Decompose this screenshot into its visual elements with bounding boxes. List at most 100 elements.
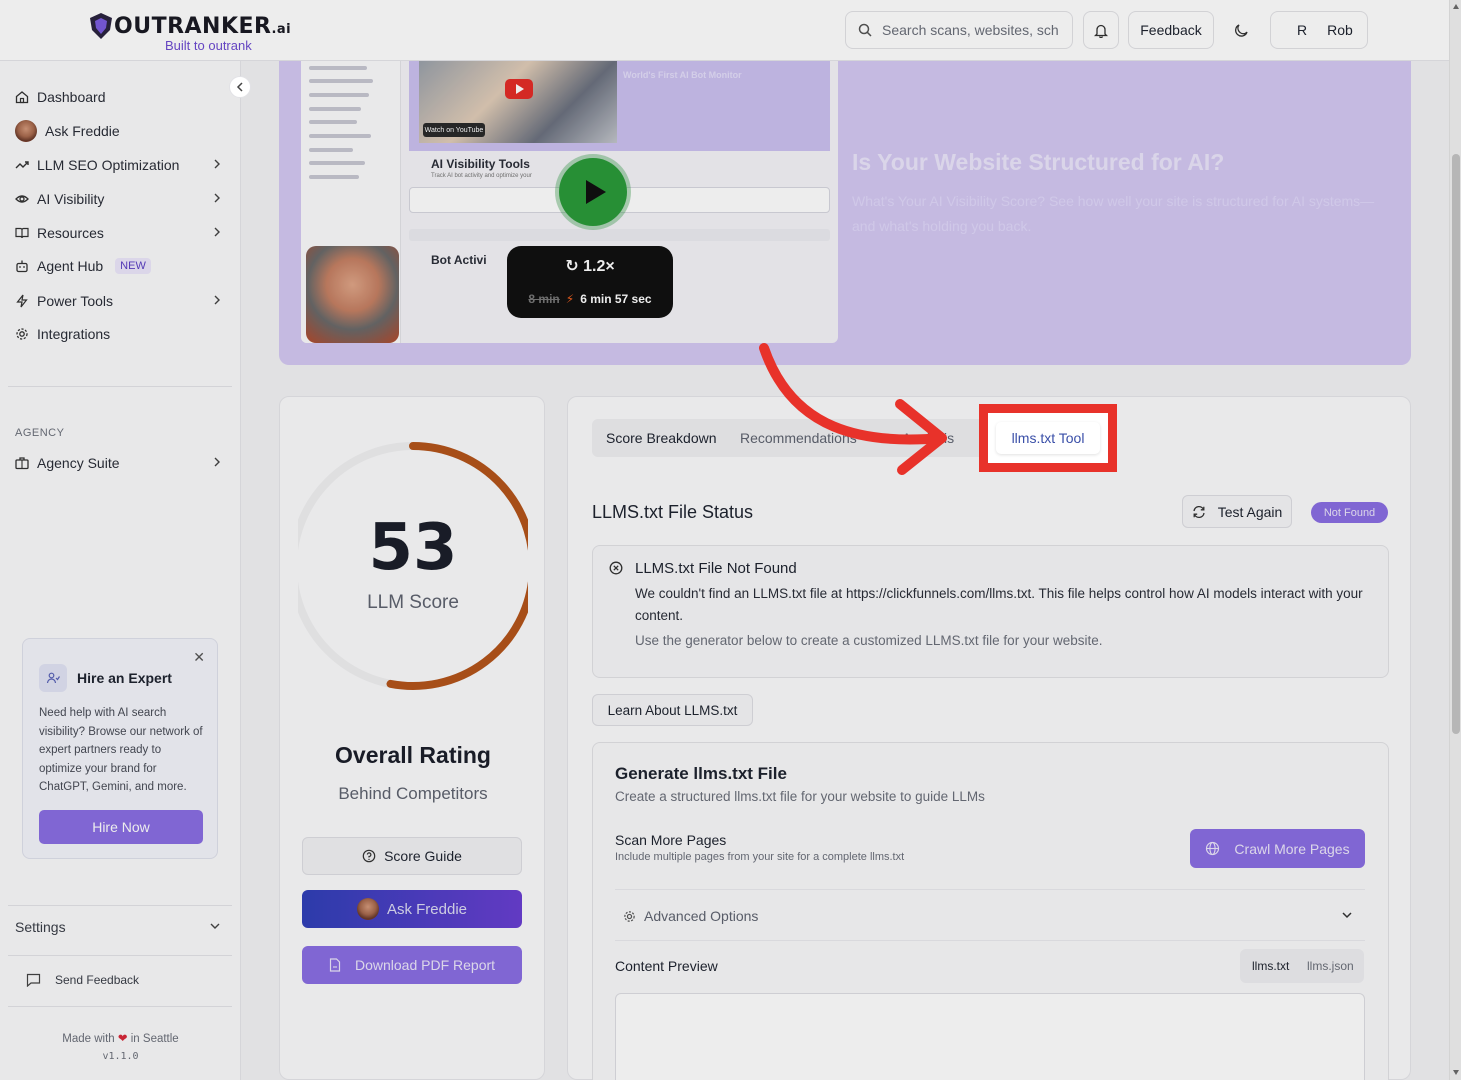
llms-tool-card: Score Breakdown Recommendations Analysis… — [567, 396, 1411, 1080]
not-found-alert: LLMS.txt File Not Found We couldn't find… — [592, 545, 1389, 678]
playback-speed-overlay[interactable]: ↻ 1.2× 8 min ⚡ 6 min 57 sec — [507, 246, 673, 318]
speed-icon: ↻ — [565, 258, 579, 275]
refresh-icon — [1193, 505, 1205, 518]
sidebar-item-ai-visibility[interactable]: AI Visibility — [15, 185, 225, 213]
youtube-play-icon[interactable] — [505, 79, 533, 99]
alert-hint: Use the generator below to create a cust… — [635, 633, 1103, 648]
sidebar-item-label: Agent Hub — [37, 258, 104, 274]
sidebar-item-agent-hub[interactable]: Agent Hub NEW — [15, 252, 225, 280]
hire-expert-description: Need help with AI search visibility? Bro… — [39, 707, 203, 793]
advanced-options-toggle[interactable]: Advanced Options — [615, 889, 1365, 941]
hire-expert-title: Hire an Expert — [39, 664, 172, 692]
alert-title: LLMS.txt File Not Found — [635, 560, 797, 577]
settings-label: Settings — [15, 919, 66, 935]
sidebar-divider — [8, 386, 232, 387]
sidebar-item-ask-freddie[interactable]: Ask Freddie — [15, 117, 225, 145]
sidebar-item-label: Agency Suite — [37, 455, 120, 471]
send-feedback-label: Send Feedback — [55, 973, 140, 987]
alert-description: We couldn't find an LLMS.txt file at htt… — [635, 586, 1363, 623]
learn-about-llms-button[interactable]: Learn About LLMS.txt — [592, 694, 753, 726]
format-llms-txt[interactable]: llms.txt — [1252, 959, 1289, 973]
test-again-button[interactable]: Test Again — [1182, 495, 1292, 528]
hire-now-button[interactable]: Hire Now — [39, 810, 203, 844]
new-badge: NEW — [115, 258, 151, 274]
user-menu-button[interactable]: R Rob — [1270, 11, 1368, 49]
sidebar-item-label: Ask Freddie — [45, 123, 120, 139]
video-section-subtitle: Track AI bot activity and optimize your — [431, 173, 532, 179]
generate-subtitle: Create a structured llms.txt file for yo… — [615, 789, 985, 804]
send-feedback-link[interactable]: Send Feedback — [26, 973, 139, 987]
content-preview-box[interactable] — [615, 993, 1365, 1080]
sidebar-item-label: LLM SEO Optimization — [37, 157, 180, 173]
score-guide-button[interactable]: Score Guide — [302, 837, 522, 875]
notifications-button[interactable] — [1083, 11, 1119, 49]
sidebar-item-label: AI Visibility — [37, 191, 105, 207]
video-section-title: AI Visibility Tools — [431, 157, 530, 171]
download-pdf-button[interactable]: Download PDF Report — [302, 946, 522, 984]
scroll-down-icon[interactable] — [1453, 1070, 1459, 1075]
feedback-button[interactable]: Feedback — [1128, 11, 1214, 49]
bot-icon — [16, 260, 28, 273]
scrollbar-thumb[interactable] — [1452, 154, 1460, 734]
sidebar-item-llm-seo[interactable]: LLM SEO Optimization — [15, 151, 225, 179]
tab-score-breakdown[interactable]: Score Breakdown — [606, 430, 717, 446]
overall-rating-title: Overall Rating — [335, 742, 491, 768]
book-icon — [15, 227, 29, 239]
logo[interactable]: OUTRANKER.ai Built to outrank — [88, 10, 291, 54]
tab-llms-txt-tool[interactable]: llms.txt Tool — [996, 422, 1100, 454]
logo-mark-icon — [90, 13, 112, 39]
bolt-icon: ⚡ — [565, 292, 575, 306]
chevron-right-icon — [214, 457, 220, 467]
search-input[interactable]: Search scans, websites, sch — [845, 11, 1073, 49]
watch-on-youtube[interactable]: Watch on YouTube — [423, 123, 485, 137]
trend-icon — [15, 161, 29, 169]
eye-icon — [15, 195, 29, 203]
sidebar-item-label: Dashboard — [37, 89, 106, 105]
freddie-avatar — [15, 120, 37, 142]
page-scrollbar[interactable] — [1449, 0, 1461, 1080]
chevron-right-icon — [214, 295, 220, 305]
user-initial: R — [1297, 22, 1308, 38]
video-player[interactable]: Watch on YouTube World's First AI Bot Mo… — [301, 61, 838, 343]
sidebar-item-resources[interactable]: Resources — [15, 219, 225, 247]
llm-score-value: 53 — [368, 511, 458, 585]
chevron-down-icon — [1342, 912, 1352, 919]
crawl-more-pages-button[interactable]: Crawl More Pages — [1190, 829, 1365, 868]
sidebar-item-integrations[interactable]: Integrations — [15, 320, 225, 348]
settings-toggle[interactable]: Settings — [15, 919, 225, 935]
scroll-up-icon[interactable] — [1453, 4, 1459, 9]
tab-recommendations[interactable]: Recommendations — [740, 430, 857, 446]
sidebar-item-dashboard[interactable]: Dashboard — [15, 83, 225, 111]
sidebar-divider — [8, 1006, 232, 1007]
tutorial-highlight: llms.txt Tool — [979, 404, 1117, 472]
sidebar-item-agency-suite[interactable]: Agency Suite — [15, 449, 225, 477]
generate-llms-panel: Generate llms.txt File Create a structur… — [592, 742, 1389, 1080]
chevron-right-icon — [214, 193, 220, 203]
sidebar-divider — [8, 905, 232, 906]
sidebar-item-power-tools[interactable]: Power Tools — [15, 287, 225, 315]
file-icon — [329, 958, 341, 972]
generate-title: Generate llms.txt File — [615, 764, 787, 783]
message-icon — [26, 973, 41, 987]
format-llms-json[interactable]: llms.json — [1307, 959, 1354, 973]
theme-toggle-button[interactable] — [1224, 11, 1260, 49]
scan-more-title: Scan More Pages — [615, 832, 727, 848]
format-toggle: llms.txt llms.json — [1240, 949, 1364, 983]
tab-analysis[interactable]: Analysis — [902, 430, 954, 446]
sidebar-item-label: Resources — [37, 225, 104, 241]
collapse-sidebar-button[interactable] — [229, 76, 251, 98]
video-tabs-preview — [409, 229, 830, 241]
brand-tagline: Built to outrank — [165, 38, 252, 53]
help-circle-icon — [362, 849, 376, 863]
close-icon[interactable]: ✕ — [193, 649, 205, 666]
search-placeholder: Search scans, websites, sch — [882, 22, 1059, 38]
promo-banner: Watch on YouTube World's First AI Bot Mo… — [279, 61, 1411, 365]
globe-icon — [1206, 841, 1220, 856]
ask-freddie-button[interactable]: Ask Freddie — [302, 890, 522, 928]
scan-more-subtitle: Include multiple pages from your site fo… — [615, 851, 905, 863]
heart-icon: ❤ — [117, 1033, 128, 1045]
chevron-right-icon — [214, 159, 220, 169]
app-version: v1.1.0 — [102, 1051, 139, 1062]
play-button[interactable] — [559, 158, 627, 226]
video-hero-title: World's First AI Bot Monitor — [623, 70, 742, 80]
